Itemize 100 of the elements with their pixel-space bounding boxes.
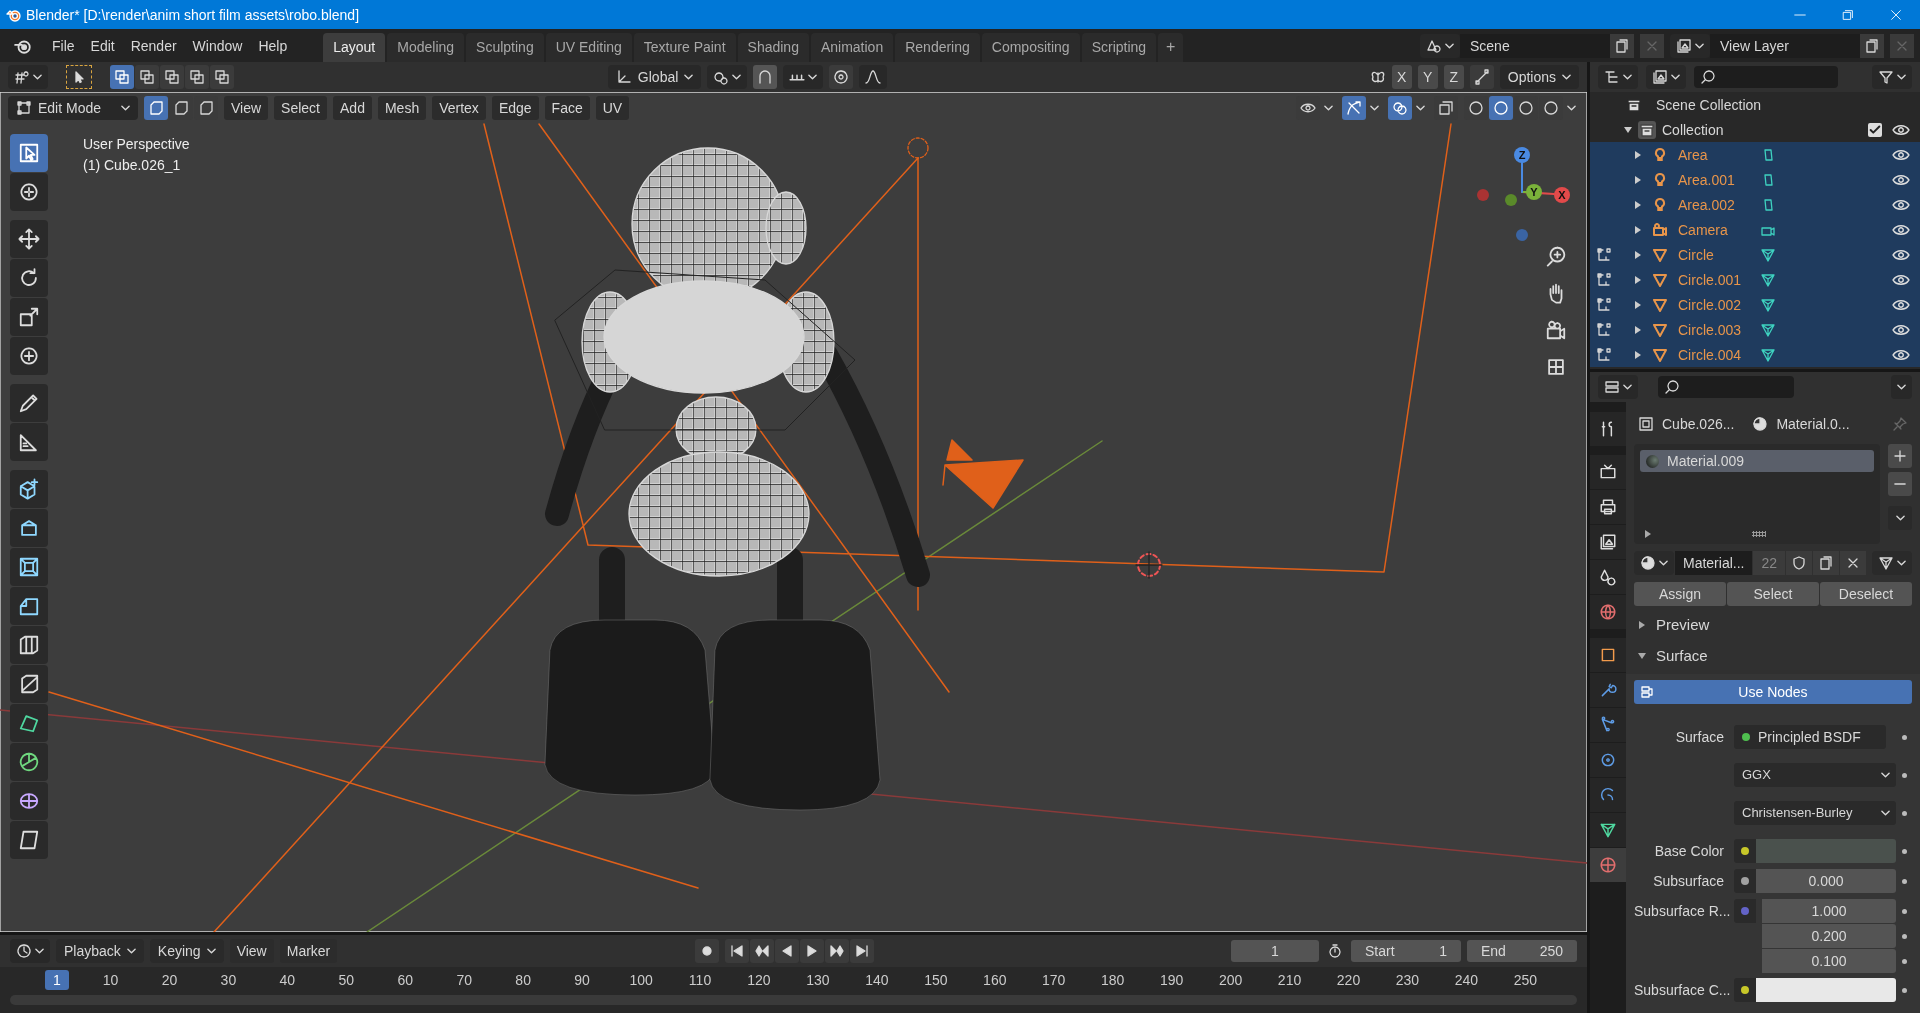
outliner-row[interactable]: Circle.001 [1590, 267, 1920, 292]
outliner-row[interactable]: Area.001 [1590, 167, 1920, 192]
object-name: Area.001 [1678, 171, 1736, 188]
frame-number: 170 [1041, 972, 1067, 988]
timeline-menu[interactable]: Keying [149, 939, 224, 963]
gizmo-axis-handle[interactable]: Y [1526, 184, 1542, 200]
use-nodes-button[interactable]: Use Nodes [1634, 680, 1912, 704]
scene-field[interactable]: Scene [1460, 33, 1610, 58]
menu-item[interactable]: Render [122, 33, 185, 58]
workspace-tab[interactable]: Compositing [981, 33, 1080, 62]
panel-header[interactable]: Surface [1656, 647, 1708, 664]
timeline-menu[interactable]: View [229, 939, 274, 963]
number-field[interactable]: 1.000 [1762, 899, 1896, 923]
workspace-tab[interactable]: Animation [810, 33, 894, 62]
workspace-tab[interactable]: Texture Paint [633, 33, 736, 62]
menu-item[interactable]: Window [184, 33, 251, 58]
gizmo-axis-handle[interactable]: X [1554, 187, 1570, 203]
frame-number: 100 [628, 972, 654, 988]
object-name: Camera [1678, 221, 1729, 238]
menu-item[interactable]: File [44, 33, 83, 58]
field-label: Surface [1674, 728, 1725, 747]
workspace-tab[interactable]: Scripting [1081, 33, 1157, 62]
frame-number: 90 [573, 972, 591, 988]
current-frame-field[interactable]: 1 [1231, 940, 1319, 962]
options-dropdown[interactable]: Options [1499, 65, 1579, 89]
view-name: User Perspective [83, 136, 190, 152]
frame-number: 160 [982, 972, 1008, 988]
field-label: Subsurface [1652, 872, 1725, 891]
dropdown[interactable]: GGX [1734, 763, 1896, 787]
viewport-menu[interactable]: UV [595, 96, 630, 120]
start-frame-field[interactable]: Start 1 [1351, 940, 1461, 962]
number-field[interactable]: 0.000 [1756, 869, 1896, 893]
workspace-tab[interactable]: Modeling [387, 33, 465, 62]
menu-item[interactable]: Help [250, 33, 296, 58]
number-field[interactable]: 0.100 [1762, 949, 1896, 973]
mirror-axis-toggle[interactable]: Y [1417, 65, 1438, 89]
timeline-menu[interactable]: Playback [56, 939, 144, 963]
mirror-axis-toggle[interactable]: Z [1443, 65, 1464, 89]
shader-link-button[interactable]: Principled BSDF [1734, 725, 1886, 749]
workspace-tab[interactable]: Layout [323, 33, 386, 62]
outliner-row[interactable]: Camera [1590, 217, 1920, 242]
timeline-menu[interactable]: Marker [279, 939, 338, 963]
workspace-tab[interactable]: Rendering [895, 33, 980, 62]
material-name-field[interactable]: Material... [1675, 551, 1753, 575]
frame-number: 190 [1158, 972, 1185, 988]
object-name: Area.002 [1678, 196, 1736, 213]
orientation-dropdown[interactable]: Global [607, 65, 702, 89]
viewport-menu[interactable]: Add [333, 96, 372, 120]
frame-number: 240 [1453, 972, 1480, 988]
frame-number: 140 [864, 972, 890, 988]
outliner-row[interactable]: Area [1590, 142, 1920, 167]
frame-number: 250 [1512, 972, 1539, 988]
current-frame-marker[interactable]: 1 [45, 970, 69, 990]
object-breadcrumb: Cube.026... [1662, 416, 1735, 432]
active-object-label: (1) Cube.026_1 [83, 157, 182, 173]
object-name: Circle.003 [1678, 321, 1743, 338]
panel-header[interactable]: Preview [1656, 616, 1710, 633]
collection-label: Collection [1662, 121, 1724, 138]
view-layer-field[interactable]: View Layer [1710, 33, 1860, 58]
number-field[interactable]: 0.200 [1762, 924, 1896, 948]
mode-dropdown[interactable]: Edit Mode [8, 96, 138, 120]
viewport-menu[interactable]: Select [274, 96, 327, 120]
frame-number: 30 [219, 972, 238, 988]
outliner-row[interactable]: Circle.003 [1590, 317, 1920, 342]
user-count[interactable]: 22 [1753, 551, 1786, 575]
menu-item[interactable]: Edit [82, 33, 123, 58]
frame-number: 60 [396, 972, 415, 988]
outliner-row[interactable]: Circle [1590, 242, 1920, 267]
workspace-tab[interactable]: UV Editing [545, 33, 632, 62]
outliner-row[interactable]: Circle.002 [1590, 292, 1920, 317]
viewport-menu[interactable]: Mesh [377, 96, 427, 120]
frame-number: 110 [687, 972, 713, 988]
material-action-button[interactable]: Select [1727, 582, 1819, 606]
viewport-menu[interactable]: View [224, 96, 269, 120]
gizmo-axis-handle[interactable]: Z [1514, 147, 1530, 163]
frame-number: 40 [278, 972, 297, 988]
viewport-menu[interactable]: Edge [491, 96, 539, 120]
material-action-button[interactable]: Assign [1634, 582, 1726, 606]
viewport-menu[interactable]: Face [544, 96, 590, 120]
frame-number: 150 [923, 972, 949, 988]
frame-number: 130 [805, 972, 831, 988]
add-workspace-button[interactable]: + [1158, 33, 1184, 62]
scene-collection-label[interactable]: Scene Collection [1656, 96, 1762, 113]
window-title: Blender* [D:\render\anim short film assets\robo.blend] [26, 6, 360, 23]
end-frame-field[interactable]: End 250 [1467, 940, 1577, 962]
object-name: Circle.002 [1678, 296, 1743, 313]
outliner-row[interactable]: Circle.004 [1590, 342, 1920, 367]
outliner-row[interactable]: Area.002 [1590, 192, 1920, 217]
frame-number: 120 [746, 972, 772, 988]
outliner-row[interactable]: Collection [1590, 117, 1920, 142]
workspace-tab[interactable]: Sculpting [466, 33, 544, 62]
material-action-button[interactable]: Deselect [1820, 582, 1912, 606]
frame-number: 210 [1276, 972, 1303, 988]
viewport-menu[interactable]: Vertex [432, 96, 486, 120]
frame-number: 70 [455, 972, 473, 988]
workspace-tab[interactable]: Shading [737, 33, 809, 62]
mirror-axis-toggle[interactable]: X [1391, 65, 1412, 89]
dropdown[interactable]: Christensen-Burley [1734, 801, 1896, 825]
material-slot[interactable]: Material.009 [1640, 450, 1874, 472]
field-label: Subsurface C... [1634, 981, 1732, 1000]
